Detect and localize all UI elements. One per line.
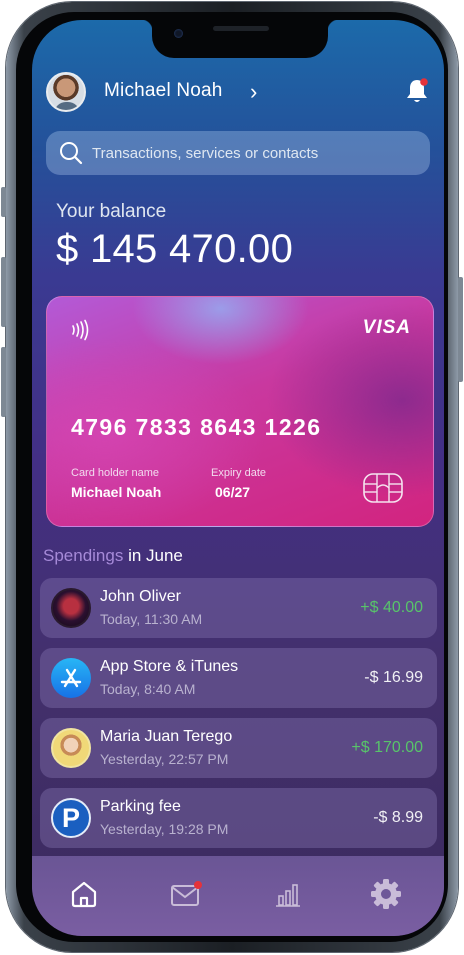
- spendings-title: Spendings in June: [43, 546, 183, 566]
- search-input[interactable]: [92, 144, 412, 162]
- balance-label: Your balance: [56, 201, 167, 222]
- card-number: 4796 7833 8643 1226: [71, 414, 322, 440]
- tab-messages[interactable]: [168, 876, 204, 912]
- camera-icon: [174, 29, 183, 38]
- transaction-time: Today, 11:30 AM: [100, 611, 203, 627]
- contactless-icon: [72, 319, 89, 341]
- home-icon: [71, 881, 97, 908]
- profile-header[interactable]: Michael Noah ›: [46, 72, 432, 112]
- app-screen: Michael Noah › Your balance $ 145 470.00: [32, 20, 444, 936]
- avatar[interactable]: [46, 72, 86, 112]
- card-chip-icon: [363, 473, 403, 503]
- transaction-name: Parking fee: [100, 798, 181, 815]
- contact-avatar: [51, 588, 91, 628]
- transaction-time: Yesterday, 22:57 PM: [100, 751, 229, 767]
- transaction-name: John Oliver: [100, 588, 181, 605]
- transaction-amount: -$ 16.99: [364, 669, 423, 686]
- list-item[interactable]: John Oliver Today, 11:30 AM +$ 40.00: [40, 578, 437, 638]
- mail-icon: [171, 881, 202, 906]
- transaction-name: Maria Juan Terego: [100, 728, 233, 745]
- speaker-grille: [213, 26, 269, 31]
- phone-frame: Michael Noah › Your balance $ 145 470.00: [1, 2, 463, 952]
- card-brand-logo: VISA: [362, 317, 411, 338]
- side-button: [1, 187, 6, 217]
- contact-avatar: [51, 728, 91, 768]
- user-name[interactable]: Michael Noah: [104, 80, 223, 102]
- transaction-amount: +$ 40.00: [360, 599, 423, 616]
- transaction-time: Today, 8:40 AM: [100, 681, 196, 697]
- transaction-name: App Store & iTunes: [100, 658, 239, 675]
- tab-statistics[interactable]: [270, 876, 306, 912]
- balance-value: $ 145 470.00: [56, 227, 294, 271]
- appstore-icon: [51, 658, 91, 698]
- bell-icon[interactable]: [402, 76, 432, 106]
- list-item[interactable]: Maria Juan Terego Yesterday, 22:57 PM +$…: [40, 718, 437, 778]
- transaction-list: John Oliver Today, 11:30 AM +$ 40.00 App…: [40, 578, 437, 858]
- notch: [141, 20, 339, 58]
- list-item[interactable]: P Parking fee Yesterday, 19:28 PM -$ 8.9…: [40, 788, 437, 848]
- transaction-amount: -$ 8.99: [373, 809, 423, 826]
- expiry-date: 06/27: [215, 484, 251, 500]
- chevron-right-icon[interactable]: ›: [250, 79, 257, 105]
- search-icon: [60, 142, 83, 165]
- card-holder-label: Card holder name: [71, 467, 160, 479]
- bottom-tab-bar: [32, 856, 444, 936]
- side-button: [458, 277, 463, 382]
- list-item[interactable]: App Store & iTunes Today, 8:40 AM -$ 16.…: [40, 648, 437, 708]
- spendings-month: in June: [123, 546, 183, 565]
- parking-icon: P: [51, 798, 91, 838]
- credit-card[interactable]: VISA 4796 7833 8643 1226 Card holder nam…: [46, 296, 434, 527]
- search-bar[interactable]: [46, 131, 430, 175]
- stats-icon: [276, 884, 300, 907]
- spendings-highlight: Spendings: [43, 546, 124, 565]
- side-button: [1, 257, 6, 327]
- transaction-amount: +$ 170.00: [351, 739, 423, 756]
- card-holder-name: Michael Noah: [71, 484, 162, 500]
- expiry-label: Expiry date: [211, 467, 267, 479]
- tab-settings[interactable]: [368, 876, 404, 912]
- transaction-time: Yesterday, 19:28 PM: [100, 821, 229, 837]
- settings-icon: [371, 879, 401, 909]
- side-button: [1, 347, 6, 417]
- tab-home[interactable]: [66, 876, 102, 912]
